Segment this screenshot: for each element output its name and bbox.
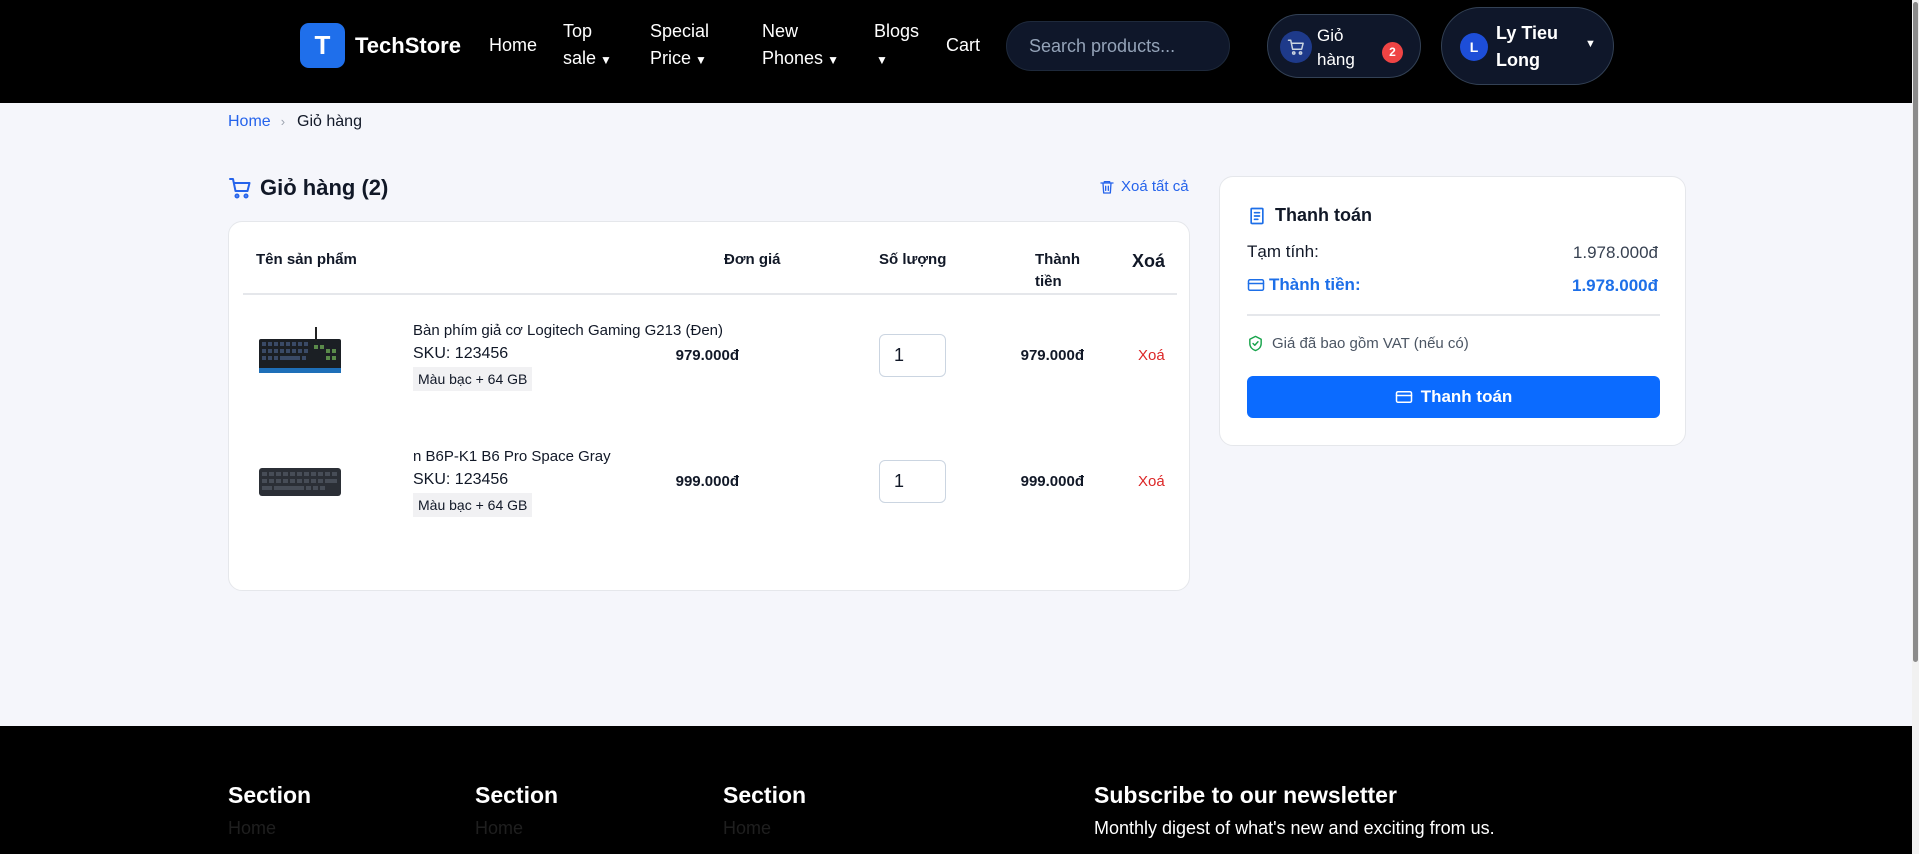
brand-name: TechStore: [355, 32, 461, 58]
line-total: 999.000đ: [1020, 473, 1084, 490]
breadcrumb-home[interactable]: Home: [228, 113, 271, 130]
top-navbar: T TechStore Home Top sale ▼ Special Price…: [0, 0, 1919, 103]
product-sku: SKU: 123456: [413, 471, 509, 488]
nav-top-sale-label-2: sale: [563, 48, 597, 68]
product-sku: SKU: 123456: [413, 345, 509, 362]
nav-top-sale[interactable]: Top sale ▼: [563, 18, 612, 74]
chevron-down-icon: ▼: [695, 53, 707, 67]
chevron-down-icon: ▼: [1585, 38, 1596, 50]
user-name: Ly Tieu Long: [1496, 20, 1576, 74]
nav-new-label: New: [762, 21, 799, 41]
newsletter-title: Subscribe to our newsletter: [1094, 782, 1397, 808]
product-image[interactable]: [259, 466, 341, 498]
line-total: 979.000đ: [1020, 347, 1084, 364]
clear-all-button[interactable]: Xoá tất cả: [1099, 178, 1189, 195]
col-header-total-1: Thành: [1035, 251, 1080, 268]
nav-special-label-2: Price: [650, 48, 692, 68]
trash-icon: [1100, 180, 1114, 194]
footer-link-home[interactable]: Home: [723, 818, 771, 839]
total-row-label: Thành tiền:: [1247, 275, 1361, 295]
cart-button-label: Giỏ hàng: [1317, 24, 1367, 72]
chevron-down-icon: ▼: [600, 53, 612, 67]
subtotal-label: Tạm tính:: [1247, 242, 1319, 261]
chevron-down-icon: ▼: [827, 53, 839, 67]
nav-new-phones[interactable]: New Phones ▼: [762, 18, 839, 74]
col-header-unit-price: Đơn giá: [724, 251, 781, 268]
breadcrumb: Home › Giỏ hàng: [228, 113, 362, 131]
chevron-right-icon: ›: [280, 114, 286, 129]
cart-count-badge: 2: [1382, 42, 1403, 63]
shield-check-icon: [1249, 335, 1262, 352]
brand-logo[interactable]: T TechStore: [300, 23, 461, 68]
page-title: Giỏ hàng (2): [260, 175, 389, 200]
user-name-line1: Ly Tieu: [1496, 23, 1559, 43]
footer-link-home[interactable]: Home: [228, 818, 276, 839]
product-name[interactable]: n B6P-K1 B6 Pro Space Gray: [413, 448, 611, 465]
logo-icon: T: [300, 23, 345, 68]
receipt-icon: [1250, 207, 1264, 224]
breadcrumb-current: Giỏ hàng: [297, 113, 362, 130]
summary-title: Thanh toán: [1247, 205, 1372, 226]
quantity-input[interactable]: 1: [879, 460, 946, 503]
nav-special-price[interactable]: Special Price ▼: [650, 18, 709, 74]
nav-special-label: Special: [650, 21, 710, 41]
footer: Section Section Section Home Home Home S…: [0, 726, 1919, 854]
user-name-line2: Long: [1496, 50, 1540, 70]
cart-heading: Giỏ hàng (2): [228, 175, 388, 201]
vat-note-text: Giá đã bao gồm VAT (nếu có): [1272, 335, 1469, 352]
credit-card-icon: [1247, 279, 1265, 291]
nav-cart[interactable]: Cart: [946, 32, 980, 59]
user-menu-button[interactable]: L Ly Tieu Long ▼: [1441, 7, 1614, 85]
col-header-qty: Số lượng: [879, 251, 947, 268]
nav-blogs[interactable]: Blogs ▼: [874, 18, 919, 74]
summary-title-text: Thanh toán: [1275, 205, 1372, 225]
nav-new-label-2: Phones: [762, 48, 824, 68]
cart-icon: [1280, 31, 1312, 63]
credit-card-icon: [1395, 391, 1412, 403]
col-header-name: Tên sản phẩm: [256, 251, 357, 268]
quantity-input[interactable]: 1: [879, 334, 946, 377]
col-header-total: Thành tiền: [1035, 249, 1080, 293]
unit-price: 979.000đ: [675, 347, 739, 364]
total-value: 1.978.000đ: [1571, 276, 1658, 295]
col-header-total-2: tiền: [1035, 273, 1062, 290]
cart-table: Tên sản phẩm Đơn giá Số lượng Thành tiền…: [228, 221, 1190, 591]
delete-item-button[interactable]: Xoá: [1138, 473, 1165, 490]
nav-blogs-label: Blogs: [874, 21, 920, 41]
chevron-down-icon: ▼: [876, 53, 888, 67]
clear-all-label: Xoá tất cả: [1121, 178, 1189, 195]
nav-top-sale-label: Top: [563, 21, 593, 41]
product-name[interactable]: Bàn phím giả cơ Logitech Gaming G213 (Đe…: [413, 322, 723, 339]
product-variant: Màu bạc + 64 GB: [413, 493, 533, 517]
product-image[interactable]: [259, 327, 341, 377]
total-label: Thành tiền:: [1269, 275, 1361, 294]
col-header-delete: Xoá: [1132, 251, 1166, 271]
cart-icon: [229, 178, 251, 199]
summary-divider: [1247, 314, 1660, 316]
unit-price: 999.000đ: [675, 473, 739, 490]
vat-note: Giá đã bao gồm VAT (nếu có): [1247, 335, 1469, 352]
checkout-button-label: Thanh toán: [1420, 387, 1513, 406]
cart-label-line1: Giỏ: [1317, 26, 1344, 45]
search-input[interactable]: Search products...: [1006, 21, 1230, 71]
checkout-button[interactable]: Thanh toán: [1247, 376, 1660, 418]
cart-label-line2: hàng: [1317, 50, 1355, 69]
product-variant: Màu bạc + 64 GB: [413, 367, 533, 391]
checkout-summary: Thanh toán Tạm tính: 1.978.000đ Thành ti…: [1219, 176, 1686, 446]
footer-link-home[interactable]: Home: [475, 818, 523, 839]
footer-section-title: Section: [475, 782, 559, 808]
footer-section-title: Section: [723, 782, 807, 808]
cart-button[interactable]: Giỏ hàng 2: [1267, 14, 1421, 78]
subtotal-value: 1.978.000đ: [1572, 243, 1658, 262]
scrollbar-thumb[interactable]: [1913, 2, 1918, 662]
header-divider: [243, 293, 1177, 295]
avatar: L: [1460, 33, 1488, 61]
footer-section-title: Section: [228, 782, 312, 808]
nav-home[interactable]: Home: [489, 32, 537, 59]
newsletter-description: Monthly digest of what's new and excitin…: [1094, 818, 1495, 838]
delete-item-button[interactable]: Xoá: [1138, 347, 1165, 364]
